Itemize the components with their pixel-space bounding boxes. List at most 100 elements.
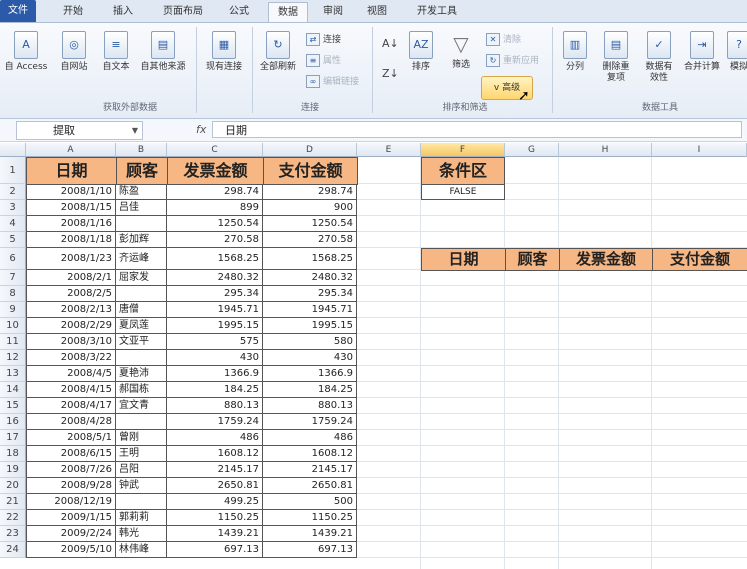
table-cell[interactable]: 486 bbox=[167, 430, 263, 446]
table-cell[interactable]: 1995.15 bbox=[263, 318, 357, 334]
from-text-button[interactable]: ≡ 自文本 bbox=[96, 31, 136, 73]
reapply-button[interactable]: ↻ 重新应用 bbox=[486, 54, 539, 68]
what-if-button[interactable]: ? 模拟 bbox=[724, 31, 747, 73]
table-cell[interactable]: 2480.32 bbox=[167, 270, 263, 286]
column-header-b[interactable]: B bbox=[116, 143, 167, 157]
row-header-1[interactable]: 1 bbox=[0, 157, 26, 184]
table-cell[interactable]: 林伟峰 bbox=[116, 542, 167, 558]
row-header-7[interactable]: 7 bbox=[0, 270, 26, 286]
table-cell[interactable]: 184.25 bbox=[167, 382, 263, 398]
row-header-3[interactable]: 3 bbox=[0, 200, 26, 216]
column-header-c[interactable]: C bbox=[167, 143, 263, 157]
column-header-d[interactable]: D bbox=[263, 143, 357, 157]
refresh-all-button[interactable]: ↻ 全部刷新 bbox=[256, 31, 300, 73]
table-cell[interactable] bbox=[116, 216, 167, 232]
table-cell[interactable]: 697.13 bbox=[167, 542, 263, 558]
row-header-8[interactable]: 8 bbox=[0, 286, 26, 302]
row-header-22[interactable]: 22 bbox=[0, 510, 26, 526]
row-header-6[interactable]: 6 bbox=[0, 248, 26, 270]
row-header-20[interactable]: 20 bbox=[0, 478, 26, 494]
table-cell[interactable]: 吕阳 bbox=[116, 462, 167, 478]
select-all-corner[interactable] bbox=[0, 143, 26, 157]
row-header-23[interactable]: 23 bbox=[0, 526, 26, 542]
table-cell[interactable]: 295.34 bbox=[167, 286, 263, 302]
table-cell[interactable]: 2008/4/17 bbox=[26, 398, 116, 414]
sort-ascending-button[interactable]: A↓ bbox=[382, 37, 399, 50]
table-cell[interactable]: 184.25 bbox=[263, 382, 357, 398]
table-cell[interactable]: 575 bbox=[167, 334, 263, 350]
edit-links-button[interactable]: ∞ 编辑链接 bbox=[306, 75, 359, 89]
tab-view[interactable]: 视图 bbox=[362, 2, 392, 21]
tab-home[interactable]: 开始 bbox=[58, 2, 88, 21]
table-cell[interactable]: 486 bbox=[263, 430, 357, 446]
table-cell[interactable]: 1150.25 bbox=[167, 510, 263, 526]
column-header-e[interactable]: E bbox=[357, 143, 421, 157]
tab-developer[interactable]: 开发工具 bbox=[410, 2, 464, 21]
criteria-value-cell[interactable]: FALSE bbox=[421, 184, 505, 200]
table-cell[interactable]: 900 bbox=[263, 200, 357, 216]
table-cell[interactable]: 2008/1/16 bbox=[26, 216, 116, 232]
table-cell[interactable]: 郭莉莉 bbox=[116, 510, 167, 526]
row-header-10[interactable]: 10 bbox=[0, 318, 26, 334]
table-cell[interactable]: 2650.81 bbox=[167, 478, 263, 494]
tab-insert[interactable]: 插入 bbox=[108, 2, 138, 21]
row-header-17[interactable]: 17 bbox=[0, 430, 26, 446]
table-cell[interactable]: 430 bbox=[263, 350, 357, 366]
table-cell[interactable]: 1439.21 bbox=[167, 526, 263, 542]
table-cell[interactable]: 1250.54 bbox=[167, 216, 263, 232]
row-header-18[interactable]: 18 bbox=[0, 446, 26, 462]
table-header-cell[interactable]: 日期 bbox=[26, 157, 117, 185]
table-cell[interactable]: 2008/1/18 bbox=[26, 232, 116, 248]
table-cell[interactable]: 1366.9 bbox=[167, 366, 263, 382]
table-cell[interactable]: 2008/4/15 bbox=[26, 382, 116, 398]
tab-file[interactable]: 文件 bbox=[0, 0, 36, 22]
table-cell[interactable]: 430 bbox=[167, 350, 263, 366]
table-cell[interactable] bbox=[116, 286, 167, 302]
table-cell[interactable]: 1945.71 bbox=[167, 302, 263, 318]
output-header-cell[interactable]: 日期 bbox=[421, 248, 506, 271]
table-cell[interactable]: 697.13 bbox=[263, 542, 357, 558]
table-cell[interactable]: 夏凤莲 bbox=[116, 318, 167, 334]
table-cell[interactable]: 2008/1/10 bbox=[26, 184, 116, 200]
table-cell[interactable]: 夏艳沛 bbox=[116, 366, 167, 382]
table-cell[interactable] bbox=[116, 414, 167, 430]
table-cell[interactable]: 2009/1/15 bbox=[26, 510, 116, 526]
table-cell[interactable]: 499.25 bbox=[167, 494, 263, 510]
table-cell[interactable]: 1608.12 bbox=[263, 446, 357, 462]
from-other-sources-button[interactable]: ▤ 自其他来源 bbox=[134, 31, 192, 73]
row-header-5[interactable]: 5 bbox=[0, 232, 26, 248]
table-header-cell[interactable]: 发票金额 bbox=[167, 157, 264, 185]
table-cell[interactable]: 2008/2/1 bbox=[26, 270, 116, 286]
table-cell[interactable]: 文亚平 bbox=[116, 334, 167, 350]
row-header-16[interactable]: 16 bbox=[0, 414, 26, 430]
column-header-a[interactable]: A bbox=[26, 143, 116, 157]
output-header-cell[interactable]: 发票金额 bbox=[559, 248, 653, 271]
table-cell[interactable]: 880.13 bbox=[263, 398, 357, 414]
table-cell[interactable]: 295.34 bbox=[263, 286, 357, 302]
table-cell[interactable]: 2008/2/13 bbox=[26, 302, 116, 318]
table-cell[interactable]: 郝国栋 bbox=[116, 382, 167, 398]
table-cell[interactable]: 500 bbox=[263, 494, 357, 510]
from-access-button[interactable]: A 自 Access bbox=[2, 31, 50, 73]
table-cell[interactable]: 曾刚 bbox=[116, 430, 167, 446]
row-header-9[interactable]: 9 bbox=[0, 302, 26, 318]
table-cell[interactable]: 2008/3/22 bbox=[26, 350, 116, 366]
output-header-cell[interactable]: 支付金额 bbox=[652, 248, 747, 271]
formula-input[interactable]: 日期 bbox=[212, 121, 742, 138]
table-cell[interactable]: 韩光 bbox=[116, 526, 167, 542]
sort-descending-button[interactable]: Z↓ bbox=[382, 67, 399, 80]
tab-formulas[interactable]: 公式 bbox=[224, 2, 254, 21]
table-cell[interactable]: 1945.71 bbox=[263, 302, 357, 318]
table-cell[interactable]: 1250.54 bbox=[263, 216, 357, 232]
table-cell[interactable]: 2008/1/23 bbox=[26, 248, 116, 270]
table-header-cell[interactable]: 支付金额 bbox=[263, 157, 358, 185]
remove-duplicates-button[interactable]: ▤ 删除重复项 bbox=[596, 31, 636, 84]
table-cell[interactable]: 1759.24 bbox=[167, 414, 263, 430]
connections-button[interactable]: ⇄ 连接 bbox=[306, 33, 341, 47]
table-cell[interactable]: 270.58 bbox=[263, 232, 357, 248]
table-cell[interactable]: 1568.25 bbox=[167, 248, 263, 270]
consolidate-button[interactable]: ⇥ 合并计算 bbox=[682, 31, 722, 73]
row-header-14[interactable]: 14 bbox=[0, 382, 26, 398]
table-cell[interactable]: 2008/2/29 bbox=[26, 318, 116, 334]
table-cell[interactable]: 2008/2/5 bbox=[26, 286, 116, 302]
